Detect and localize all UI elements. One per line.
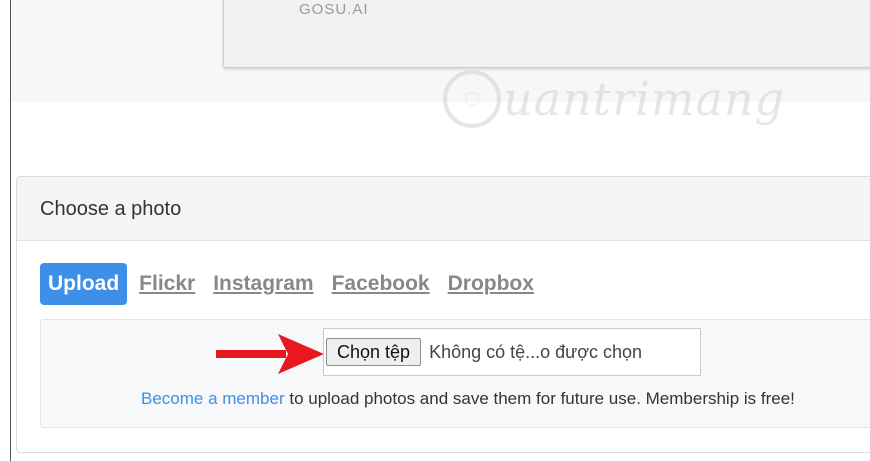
panel-header: Choose a photo bbox=[17, 177, 870, 241]
membership-rest-text: to upload photos and save them for futur… bbox=[284, 389, 795, 408]
tab-dropbox[interactable]: Dropbox bbox=[448, 272, 534, 296]
tab-instagram[interactable]: Instagram bbox=[213, 272, 313, 296]
red-arrow-icon bbox=[216, 334, 324, 374]
choose-file-button[interactable]: Chọn tệp bbox=[326, 338, 422, 366]
membership-text: Become a member to upload photos and sav… bbox=[141, 389, 795, 409]
lightbulb-icon: ◌ bbox=[443, 70, 501, 128]
choose-photo-panel: Choose a photo Upload Flickr Instagram F… bbox=[16, 176, 870, 453]
panel-title: Choose a photo bbox=[40, 198, 182, 220]
source-tabs: Upload Flickr Instagram Facebook Dropbox bbox=[40, 263, 552, 305]
watermark: ◌ uantrimang bbox=[443, 66, 785, 132]
become-member-link[interactable]: Become a member bbox=[141, 389, 285, 408]
upload-box: Chọn tệp Không có tệ...o được chọn Becom… bbox=[40, 319, 870, 428]
tab-upload[interactable]: Upload bbox=[40, 263, 128, 305]
tab-facebook[interactable]: Facebook bbox=[332, 272, 430, 296]
top-card-text: GOSU.AI bbox=[299, 1, 369, 18]
file-status-text: Không có tệ...o được chọn bbox=[429, 341, 643, 362]
top-card: GOSU.AI bbox=[223, 0, 870, 68]
file-input[interactable]: Chọn tệp Không có tệ...o được chọn bbox=[323, 328, 701, 376]
watermark-text: uantrimang bbox=[503, 72, 785, 126]
tab-flickr[interactable]: Flickr bbox=[139, 272, 195, 296]
